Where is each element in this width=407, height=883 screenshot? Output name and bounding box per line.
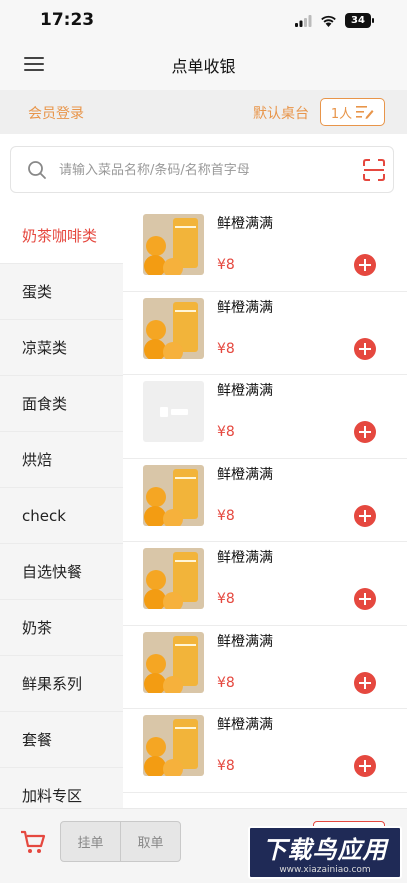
product-price: ¥8 [217,591,235,607]
add-to-cart-button[interactable] [354,504,376,527]
product-name: 鲜橙满满 [217,383,273,399]
status-bar: 17:23 34 [0,0,407,42]
orange-drink-image [143,631,204,693]
category-label: 加料专区 [22,787,83,805]
battery-icon: 34 [345,13,374,28]
add-to-cart-button[interactable] [354,755,376,777]
product-price: ¥8 [217,340,235,357]
product-name: 鲜橙满满 [217,299,273,316]
add-to-cart-button[interactable] [354,671,376,694]
category-label: 套餐 [22,731,53,749]
category-item[interactable]: 蛋类 [0,264,123,320]
category-item[interactable]: 烘焙 [0,432,123,488]
category-item[interactable]: 奶茶咖啡类 [0,208,123,264]
member-login-link[interactable]: 会员登录 [28,103,84,123]
add-to-cart-button[interactable] [354,337,376,360]
people-count-button[interactable]: 1人 [320,98,385,126]
product-name: 鲜橙满满 [217,550,273,566]
category-item[interactable]: 凉菜类 [0,320,123,376]
category-sidebar: 奶茶咖啡类 蛋类 凉菜类 面食类 烘焙 check 自选快餐 奶茶 鲜果系列 套… [0,208,123,808]
orange-drink-image [143,214,204,275]
product-price: ¥8 [217,674,235,691]
plus-icon [359,760,371,772]
watermark-url: www.xiazainiao.com [279,865,371,875]
take-order-button[interactable]: 取单 [120,822,180,861]
plus-icon [359,509,371,522]
page-title: 点单收银 [171,57,236,76]
category-label: 自选快餐 [22,563,83,581]
category-label: 鲜果系列 [22,675,83,693]
search-bar [10,146,394,193]
category-label: 面食类 [22,395,68,413]
watermark: 下载鸟应用 www.xiazainiao.com [248,826,402,879]
category-label: 蛋类 [22,283,53,301]
watermark-title: 下载鸟应用 [262,836,388,864]
battery-level: 34 [351,15,365,26]
category-label: 奶茶 [22,619,53,637]
status-time: 17:23 [40,10,95,30]
member-bar: 会员登录 默认桌台 1人 [0,90,407,134]
placeholder-image [143,381,204,442]
product-item[interactable]: 鲜橙满满 ¥8 [123,208,407,292]
category-label: 烘焙 [22,451,53,469]
category-item[interactable]: 奶茶 [0,600,123,656]
product-name: 鲜橙满满 [217,216,273,232]
search-icon [28,161,46,179]
category-item[interactable]: 自选快餐 [0,544,123,600]
cart-icon[interactable] [20,829,46,855]
plus-icon [359,259,371,271]
product-price: ¥8 [217,758,235,774]
product-item[interactable]: 鲜橙满满 ¥8 [123,709,407,793]
orange-drink-image [143,715,204,776]
nav-bar: 点单收银 [0,42,407,90]
add-to-cart-button[interactable] [354,421,376,443]
scan-icon[interactable] [363,159,385,181]
people-count: 1人 [330,106,353,122]
wifi-icon [321,15,336,27]
category-label: check [22,506,66,525]
product-list: 鲜橙满满 ¥8 鲜橙满满 ¥8 鲜橙满满 ¥8 鲜橙满满 ¥8 鲜橙满满 ¥8 … [123,208,407,808]
plus-icon [359,676,371,689]
order-button-group: 挂单 取单 [60,821,181,862]
orange-drink-image [143,464,204,526]
category-item[interactable]: 鲜果系列 [0,656,123,712]
product-item[interactable]: 鲜橙满满 ¥8 [123,292,407,375]
orange-drink-image [143,548,204,609]
add-to-cart-button[interactable] [354,588,376,610]
hold-order-button[interactable]: 挂单 [61,822,120,861]
plus-icon [359,593,371,605]
product-name: 鲜橙满满 [217,633,273,650]
category-item[interactable]: 面食类 [0,376,123,432]
product-price: ¥8 [217,424,235,440]
category-item[interactable]: 加料专区 [0,768,123,808]
default-table-label[interactable]: 默认桌台 [253,103,309,123]
edit-list-icon [356,106,374,119]
image-placeholder-icon [159,406,188,417]
product-price: ¥8 [217,507,235,524]
status-icons: 34 [295,13,374,28]
category-item[interactable]: 套餐 [0,712,123,768]
add-to-cart-button[interactable] [354,254,376,276]
product-name: 鲜橙满满 [217,466,273,483]
product-price: ¥8 [217,257,235,273]
product-item[interactable]: 鲜橙满满 ¥8 [123,626,407,709]
category-label: 凉菜类 [22,339,68,357]
orange-drink-image [143,297,204,359]
category-label: 奶茶咖啡类 [22,227,98,245]
product-item[interactable]: 鲜橙满满 ¥8 [123,542,407,626]
product-item[interactable]: 鲜橙满满 ¥8 [123,459,407,542]
search-input[interactable] [59,155,349,185]
cellular-signal-icon [295,14,312,27]
product-name: 鲜橙满满 [217,717,273,733]
plus-icon [359,342,371,355]
category-item[interactable]: check [0,488,123,544]
product-item[interactable]: 鲜橙满满 ¥8 [123,375,407,459]
plus-icon [359,426,371,438]
